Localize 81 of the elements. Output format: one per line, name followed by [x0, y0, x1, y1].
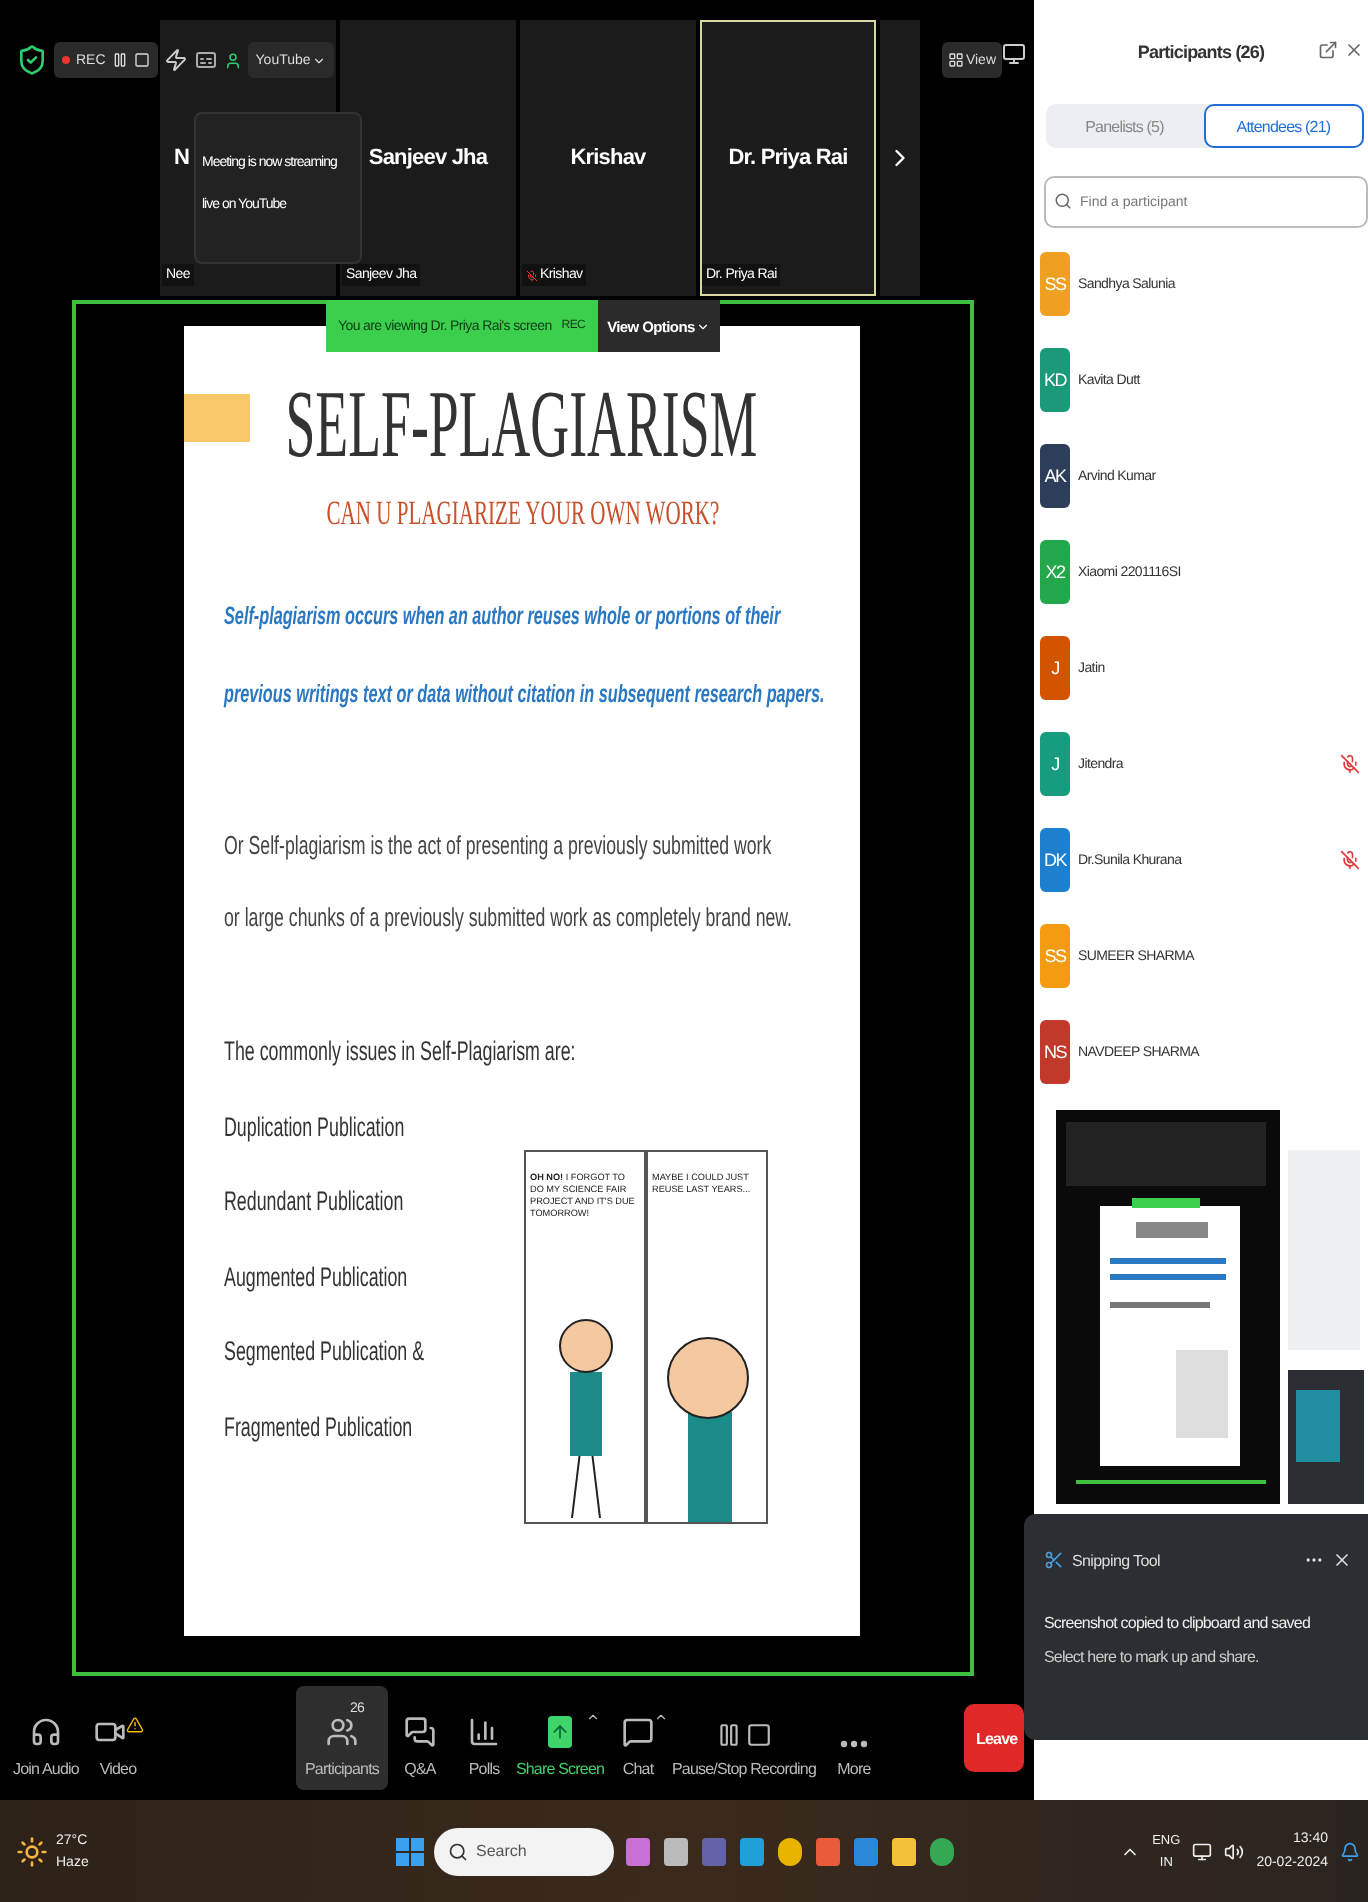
toolbar-button[interactable]: Video [80, 1686, 156, 1790]
search-icon [1054, 192, 1072, 210]
qa-icon [404, 1716, 436, 1748]
toolbar-button[interactable]: Share Screen [516, 1686, 604, 1790]
pop-out-icon[interactable] [1318, 40, 1338, 60]
grid-icon [947, 52, 964, 68]
taskbar-app-icon[interactable] [852, 1835, 880, 1867]
participant-name: Sanjeev Jha [368, 146, 488, 170]
pause-icon[interactable] [111, 52, 128, 68]
avatar: J [1040, 732, 1070, 796]
toolbar-button[interactable]: Join Audio [12, 1686, 80, 1790]
person-icon [223, 51, 242, 69]
taskbar-app-icon[interactable] [928, 1835, 956, 1867]
taskbar-app-icon[interactable] [624, 1835, 652, 1867]
avatar: AK [1040, 444, 1070, 508]
close-icon[interactable] [1344, 40, 1364, 60]
taskbar-app-icon[interactable] [662, 1835, 690, 1867]
avatar: SS [1040, 924, 1070, 988]
scissors-icon [1044, 1550, 1064, 1570]
slide-decoration [184, 394, 250, 442]
definition-text: Self-plagiarism occurs when an author reuses whole or portions of their [224, 600, 781, 634]
weather-icon[interactable] [16, 1835, 48, 1867]
display-icon[interactable] [1192, 1841, 1213, 1861]
slide-subtitle: CAN U PLAGIARIZE YOUR OWN WORK? [325, 494, 719, 536]
avatar: KD [1040, 348, 1070, 412]
shield-icon [16, 44, 48, 76]
issue-item: Segmented Publication & [224, 1334, 425, 1370]
more-icon [840, 1740, 868, 1748]
definition-text: previous writings text or data without citation in subsequent research papers. [224, 678, 825, 712]
taskbar-app-icon[interactable] [738, 1835, 766, 1867]
notification-hint: Select here to mark up and share. [1044, 1648, 1261, 1666]
participant-name: Krishav [570, 146, 646, 170]
participants-icon [326, 1716, 358, 1748]
notification-icon[interactable] [1340, 1841, 1360, 1861]
tab[interactable]: Attendees (21) [1203, 104, 1364, 148]
panel-title: Participants (26) [1137, 42, 1265, 62]
chevron-down-icon [312, 53, 327, 67]
slide-text: Or Self-plagiarism is the act of presenting a previously submitted work [224, 828, 772, 864]
issue-item: Duplication Publication [224, 1109, 405, 1146]
toolbar-button[interactable]: More [816, 1686, 892, 1790]
slide-title: SELF-PLAGIARISM [286, 374, 758, 482]
avatar: DK [1040, 828, 1070, 892]
snip-notification[interactable]: Snipping Tool Screenshot copied to clipboard and saved Select here to mark up and share. [1024, 1514, 1368, 1740]
issue-item: Fragmented Publication [224, 1409, 413, 1446]
toolbar-button[interactable]: Polls [452, 1686, 516, 1790]
stop-icon[interactable] [133, 52, 150, 68]
avatar: SS [1040, 252, 1070, 316]
chevron-down-icon [696, 319, 711, 333]
screen-icon[interactable] [1002, 42, 1026, 66]
app-name: Snipping Tool [1072, 1551, 1162, 1569]
caret-icon[interactable] [654, 1710, 668, 1724]
volume-icon[interactable] [1224, 1841, 1245, 1861]
notification-message: Screenshot copied to clipboard and saved [1044, 1614, 1312, 1632]
toolbar-button[interactable]: Chat [604, 1686, 672, 1790]
poll-icon [468, 1716, 500, 1748]
avatar: J [1040, 636, 1070, 700]
toolbar-button[interactable]: Q&A [388, 1686, 452, 1790]
caret-icon[interactable] [586, 1710, 600, 1724]
taskbar-search[interactable]: Search [434, 1827, 614, 1875]
participant-name: Dr. Priya Rai [728, 146, 848, 170]
taskbar-app-icon[interactable] [776, 1835, 804, 1867]
participant-name: N [174, 146, 190, 170]
issue-item: Augmented Publication [224, 1259, 408, 1296]
close-icon[interactable] [1332, 1550, 1352, 1570]
headphones-icon [30, 1716, 62, 1748]
taskbar-app-icon[interactable] [890, 1835, 918, 1867]
chat-icon [622, 1716, 654, 1748]
avatar: NS [1040, 1020, 1070, 1084]
leave-button[interactable]: Leave [964, 1704, 1024, 1772]
issue-item: Redundant Publication [224, 1184, 404, 1220]
taskbar-app-icon[interactable] [814, 1835, 842, 1867]
avatar: X2 [1040, 540, 1070, 604]
start-icon[interactable] [396, 1837, 424, 1865]
share-screen-icon [548, 1716, 572, 1748]
lightning-icon[interactable] [163, 48, 188, 72]
search-icon [448, 1841, 468, 1861]
issues-heading: The commonly issues in Self-Plagiarism are: [224, 1034, 576, 1070]
slide-text: or large chunks of a previously submitted work as completely brand new. [224, 900, 792, 936]
pause-stop-icon [716, 1722, 772, 1748]
toolbar-button[interactable]: Pause/Stop Recording [672, 1686, 816, 1790]
captions-icon[interactable] [193, 48, 218, 72]
